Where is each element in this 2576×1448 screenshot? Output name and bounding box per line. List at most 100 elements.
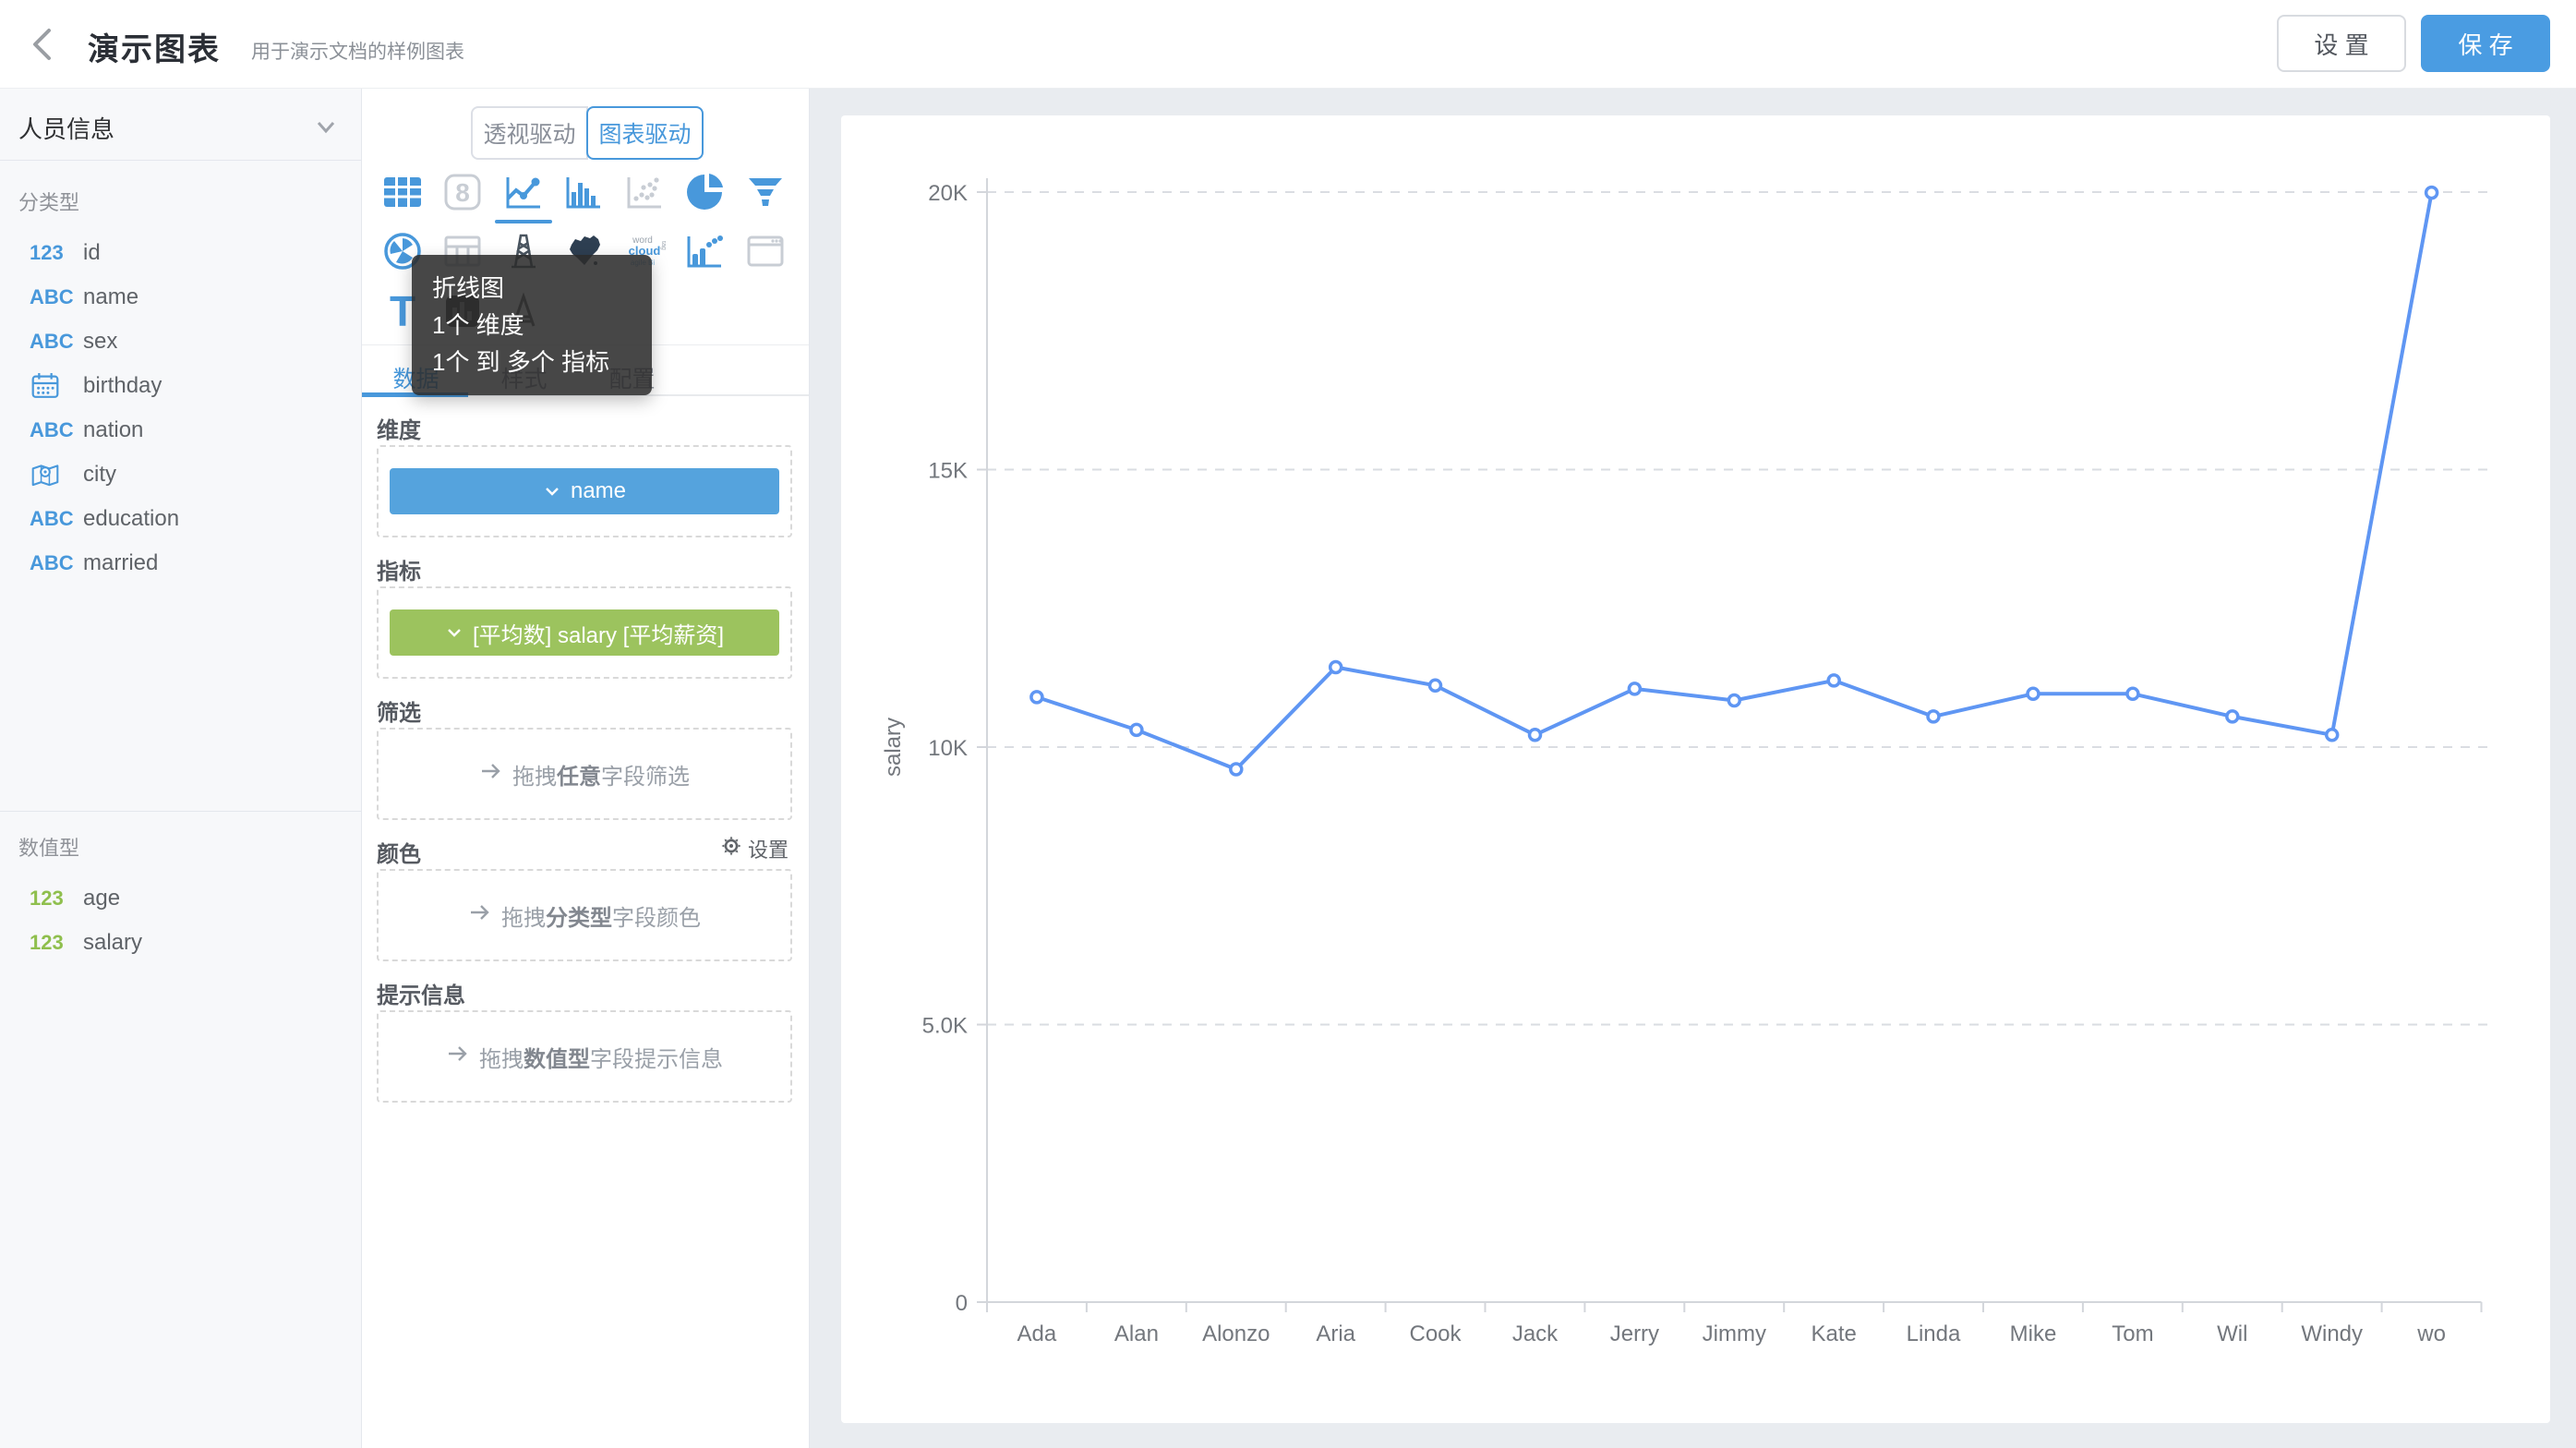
field-item-nation[interactable]: ABCnation <box>0 408 361 452</box>
field-item-sex[interactable]: ABCsex <box>0 320 361 364</box>
chevron-down-icon <box>543 478 561 504</box>
field-group-数值型: 数值型123age123salary <box>0 811 361 965</box>
svg-text:20K: 20K <box>928 181 968 206</box>
number-field-icon: 123 <box>30 887 83 911</box>
mode-switch: 透视驱动图表驱动 <box>471 106 704 160</box>
settings-button[interactable]: 设 置 <box>2277 15 2406 72</box>
metric-drop-zone[interactable]: [平均数] salary [平均薪资] <box>377 586 792 679</box>
pie-chart-icon[interactable] <box>675 163 736 222</box>
dimension-pill-label: name <box>571 478 626 504</box>
chevron-down-icon <box>445 620 463 646</box>
field-item-birthday[interactable]: birthday <box>0 364 361 408</box>
text-field-icon: ABC <box>30 285 83 309</box>
color-settings-button[interactable]: 设置 <box>720 834 788 863</box>
svg-text:Cook: Cook <box>1409 1321 1462 1346</box>
svg-text:Ada: Ada <box>1017 1321 1057 1346</box>
settings-action-label: 设置 <box>748 834 788 863</box>
svg-text:15K: 15K <box>928 459 968 484</box>
line-chart: 05.0K10K15K20KAdaAlanAlonzoAriaCookJackJ… <box>841 115 2550 1423</box>
dataset-selector[interactable]: 人员信息 <box>0 89 361 161</box>
section-label-color: 颜色 <box>377 836 421 868</box>
scatter-chart-icon[interactable] <box>614 163 675 222</box>
number-card-icon[interactable]: 8 <box>433 163 494 222</box>
drag-arrow-icon <box>446 1042 470 1072</box>
bar-chart-icon[interactable] <box>554 163 615 222</box>
field-list: 123age123salary <box>0 876 361 965</box>
field-item-label: salary <box>83 930 142 956</box>
chart-editor-app: 演示图表 用于演示文档的样例图表 设 置 保 存 人员信息 分类型123idAB… <box>0 0 2576 1448</box>
field-item-name[interactable]: ABCname <box>0 275 361 320</box>
field-item-label: age <box>83 886 120 911</box>
map-pin-icon <box>30 459 83 490</box>
svg-text:Mike: Mike <box>2010 1321 2057 1346</box>
chart-card: 05.0K10K15K20KAdaAlanAlonzoAriaCookJackJ… <box>841 115 2550 1423</box>
text-field-icon: ABC <box>30 330 83 354</box>
dot-bar-chart-icon[interactable] <box>675 222 736 281</box>
color-placeholder: 拖拽分类型字段颜色 <box>468 899 701 932</box>
svg-text:Windy: Windy <box>2301 1321 2363 1346</box>
funnel-chart-icon[interactable] <box>735 163 796 222</box>
field-item-age[interactable]: 123age <box>0 876 361 921</box>
tooltip-line: 1个 到 多个 指标 <box>432 344 632 380</box>
page-title: 演示图表 <box>88 24 221 69</box>
number-field-icon: 123 <box>30 241 83 265</box>
svg-text:Aria: Aria <box>1316 1321 1355 1346</box>
svg-text:0: 0 <box>956 1291 968 1316</box>
iframe-chart-icon[interactable] <box>735 222 796 281</box>
dimension-pill[interactable]: name <box>390 468 779 514</box>
field-item-label: education <box>83 506 179 532</box>
gear-icon <box>720 835 742 863</box>
svg-text:Jack: Jack <box>1512 1321 1559 1346</box>
line-chart-icon[interactable] <box>493 163 554 222</box>
field-list: 123idABCnameABCsexbirthdayABCnationcityA… <box>0 231 361 585</box>
tooltip-info-drop-zone[interactable]: 拖拽数值型字段提示信息 <box>377 1010 792 1103</box>
tooltip-line: 1个 维度 <box>432 307 632 344</box>
builder-panel: 透视驱动图表驱动 8wordcloudagile BitagT 数据样式配置 维… <box>362 89 810 1448</box>
text-field-icon: ABC <box>30 507 83 531</box>
metric-pill[interactable]: [平均数] salary [平均薪资] <box>390 609 779 656</box>
field-item-label: birthday <box>83 373 162 399</box>
field-group-label: 分类型 <box>0 187 361 216</box>
field-item-label: id <box>83 240 101 266</box>
dataset-name: 人员信息 <box>18 111 114 145</box>
calendar-icon <box>30 370 83 402</box>
tooltip-info-placeholder: 拖拽数值型字段提示信息 <box>446 1041 723 1073</box>
drag-arrow-icon <box>479 759 503 790</box>
number-field-icon: 123 <box>30 931 83 955</box>
field-item-label: married <box>83 550 158 576</box>
field-item-education[interactable]: ABCeducation <box>0 497 361 541</box>
svg-text:Alan: Alan <box>1114 1321 1159 1346</box>
table-chart-icon[interactable] <box>372 163 433 222</box>
field-item-id[interactable]: 123id <box>0 231 361 275</box>
field-item-city[interactable]: city <box>0 452 361 497</box>
mode-tab-透视驱动[interactable]: 透视驱动 <box>471 106 588 160</box>
field-sidebar: 人员信息 分类型123idABCnameABCsexbirthdayABCnat… <box>0 89 362 1448</box>
back-button[interactable] <box>24 24 65 65</box>
svg-text:8: 8 <box>455 178 470 207</box>
field-group-分类型: 分类型123idABCnameABCsexbirthdayABCnationci… <box>0 187 361 585</box>
svg-text:Wil: Wil <box>2217 1321 2247 1346</box>
dimension-drop-zone[interactable]: name <box>377 445 792 537</box>
svg-text:tag: tag <box>660 241 666 250</box>
metric-pill-label: [平均数] salary [平均薪资] <box>473 617 724 649</box>
header: 演示图表 用于演示文档的样例图表 设 置 保 存 <box>0 0 2576 89</box>
field-item-married[interactable]: ABCmarried <box>0 541 361 585</box>
mode-tab-图表驱动[interactable]: 图表驱动 <box>586 106 704 160</box>
field-groups: 分类型123idABCnameABCsexbirthdayABCnationci… <box>0 187 361 585</box>
chevron-left-icon <box>24 24 65 65</box>
filter-placeholder: 拖拽任意字段筛选 <box>479 758 690 790</box>
svg-text:Jerry: Jerry <box>1610 1321 1659 1346</box>
field-group-label: 数值型 <box>0 832 361 862</box>
color-drop-zone[interactable]: 拖拽分类型字段颜色 <box>377 869 792 961</box>
field-item-label: name <box>83 284 138 310</box>
field-item-salary[interactable]: 123salary <box>0 921 361 965</box>
svg-text:Jimmy: Jimmy <box>1703 1321 1766 1346</box>
filter-drop-zone[interactable]: 拖拽任意字段筛选 <box>377 728 792 820</box>
field-item-label: nation <box>83 417 143 443</box>
save-button[interactable]: 保 存 <box>2421 15 2550 72</box>
field-item-label: city <box>83 462 116 488</box>
svg-text:salary: salary <box>881 718 906 777</box>
svg-text:Linda: Linda <box>1907 1321 1961 1346</box>
svg-text:Tom: Tom <box>2112 1321 2153 1346</box>
chart-type-tooltip: 折线图1个 维度1个 到 多个 指标 <box>412 255 652 395</box>
